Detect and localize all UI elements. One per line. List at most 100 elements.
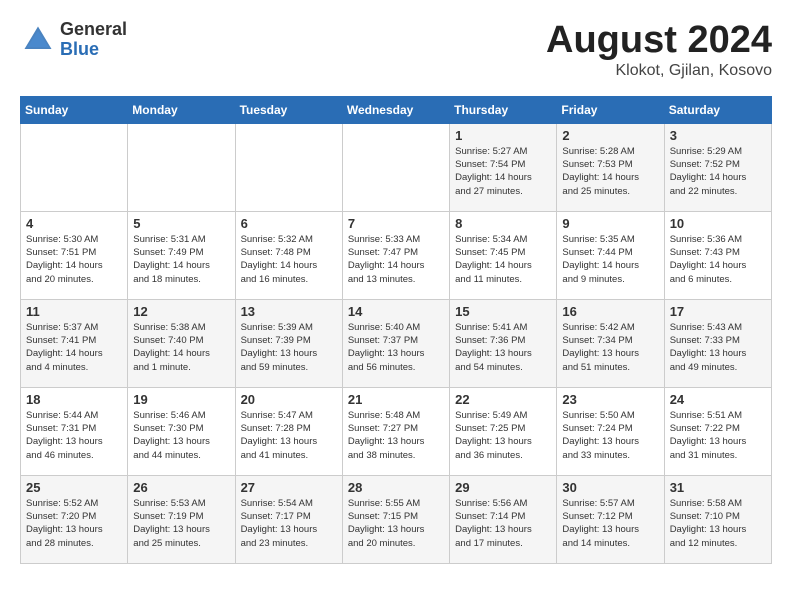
day-info: Sunrise: 5:53 AM Sunset: 7:19 PM Dayligh… <box>133 497 229 550</box>
calendar-table: SundayMondayTuesdayWednesdayThursdayFrid… <box>20 96 772 564</box>
day-number: 13 <box>241 304 337 319</box>
day-number: 19 <box>133 392 229 407</box>
day-info: Sunrise: 5:39 AM Sunset: 7:39 PM Dayligh… <box>241 321 337 374</box>
day-info: Sunrise: 5:56 AM Sunset: 7:14 PM Dayligh… <box>455 497 551 550</box>
day-info: Sunrise: 5:44 AM Sunset: 7:31 PM Dayligh… <box>26 409 122 462</box>
calendar-cell: 6Sunrise: 5:32 AM Sunset: 7:48 PM Daylig… <box>235 211 342 299</box>
column-header-friday: Friday <box>557 96 664 123</box>
day-number: 28 <box>348 480 444 495</box>
day-number: 30 <box>562 480 658 495</box>
logo: General Blue <box>20 20 127 60</box>
day-info: Sunrise: 5:38 AM Sunset: 7:40 PM Dayligh… <box>133 321 229 374</box>
calendar-cell: 5Sunrise: 5:31 AM Sunset: 7:49 PM Daylig… <box>128 211 235 299</box>
day-info: Sunrise: 5:47 AM Sunset: 7:28 PM Dayligh… <box>241 409 337 462</box>
day-info: Sunrise: 5:35 AM Sunset: 7:44 PM Dayligh… <box>562 233 658 286</box>
column-header-tuesday: Tuesday <box>235 96 342 123</box>
calendar-cell: 8 Sunrise: 5:34 AM Sunset: 7:45 PM Daylig… <box>450 211 557 299</box>
day-number: 1 <box>455 128 551 143</box>
calendar-cell: 22Sunrise: 5:49 AM Sunset: 7:25 PM Dayli… <box>450 387 557 475</box>
day-info: Sunrise: 5:51 AM Sunset: 7:22 PM Dayligh… <box>670 409 766 462</box>
day-info: Sunrise: 5:46 AM Sunset: 7:30 PM Dayligh… <box>133 409 229 462</box>
day-number: 24 <box>670 392 766 407</box>
day-info: Sunrise: 5:52 AM Sunset: 7:20 PM Dayligh… <box>26 497 122 550</box>
day-info: Sunrise: 5:50 AM Sunset: 7:24 PM Dayligh… <box>562 409 658 462</box>
column-header-saturday: Saturday <box>664 96 771 123</box>
calendar-cell: 31Sunrise: 5:58 AM Sunset: 7:10 PM Dayli… <box>664 475 771 563</box>
calendar-cell: 13 Sunrise: 5:39 AM Sunset: 7:39 PM Dayli… <box>235 299 342 387</box>
day-number: 16 <box>562 304 658 319</box>
day-info: Sunrise: 5:57 AM Sunset: 7:12 PM Dayligh… <box>562 497 658 550</box>
day-info: Sunrise: 5:41 AM Sunset: 7:36 PM Dayligh… <box>455 321 551 374</box>
calendar-cell: 9 Sunrise: 5:35 AM Sunset: 7:44 PM Daylig… <box>557 211 664 299</box>
day-number: 26 <box>133 480 229 495</box>
page-header: General Blue August 2024 Klokot, Gjilan,… <box>20 20 772 80</box>
calendar-cell: 14 Sunrise: 5:40 AM Sunset: 7:37 PM Dayli… <box>342 299 449 387</box>
day-info: Sunrise: 5:55 AM Sunset: 7:15 PM Dayligh… <box>348 497 444 550</box>
location-title: Klokot, Gjilan, Kosovo <box>546 62 772 80</box>
calendar-cell: 15 Sunrise: 5:41 AM Sunset: 7:36 PM Dayli… <box>450 299 557 387</box>
calendar-cell: 19 Sunrise: 5:46 AM Sunset: 7:30 PM Dayli… <box>128 387 235 475</box>
calendar-cell: 16 Sunrise: 5:42 AM Sunset: 7:34 PM Dayli… <box>557 299 664 387</box>
day-info: Sunrise: 5:40 AM Sunset: 7:37 PM Dayligh… <box>348 321 444 374</box>
day-info: Sunrise: 5:27 AM Sunset: 7:54 PM Dayligh… <box>455 145 551 198</box>
day-number: 27 <box>241 480 337 495</box>
calendar-cell: 3 Sunrise: 5:29 AM Sunset: 7:52 PM Daylig… <box>664 123 771 211</box>
day-number: 22 <box>455 392 551 407</box>
calendar-week-2: 4 Sunrise: 5:30 AM Sunset: 7:51 PM Daylig… <box>21 211 772 299</box>
header-row: SundayMondayTuesdayWednesdayThursdayFrid… <box>21 96 772 123</box>
calendar-cell: 21 Sunrise: 5:48 AM Sunset: 7:27 PM Dayli… <box>342 387 449 475</box>
day-number: 12 <box>133 304 229 319</box>
day-number: 8 <box>455 216 551 231</box>
day-number: 9 <box>562 216 658 231</box>
day-info: Sunrise: 5:34 AM Sunset: 7:45 PM Dayligh… <box>455 233 551 286</box>
day-info: Sunrise: 5:42 AM Sunset: 7:34 PM Dayligh… <box>562 321 658 374</box>
calendar-cell: 23Sunrise: 5:50 AM Sunset: 7:24 PM Dayli… <box>557 387 664 475</box>
day-info: Sunrise: 5:58 AM Sunset: 7:10 PM Dayligh… <box>670 497 766 550</box>
day-number: 7 <box>348 216 444 231</box>
calendar-cell: 24 Sunrise: 5:51 AM Sunset: 7:22 PM Dayli… <box>664 387 771 475</box>
calendar-cell <box>21 123 128 211</box>
calendar-cell: 17 Sunrise: 5:43 AM Sunset: 7:33 PM Dayli… <box>664 299 771 387</box>
calendar-cell: 10 Sunrise: 5:36 AM Sunset: 7:43 PM Dayli… <box>664 211 771 299</box>
day-info: Sunrise: 5:30 AM Sunset: 7:51 PM Dayligh… <box>26 233 122 286</box>
calendar-cell: 28 Sunrise: 5:55 AM Sunset: 7:15 PM Dayli… <box>342 475 449 563</box>
calendar-cell: 26 Sunrise: 5:53 AM Sunset: 7:19 PM Dayli… <box>128 475 235 563</box>
column-header-thursday: Thursday <box>450 96 557 123</box>
day-info: Sunrise: 5:37 AM Sunset: 7:41 PM Dayligh… <box>26 321 122 374</box>
day-number: 17 <box>670 304 766 319</box>
day-number: 18 <box>26 392 122 407</box>
calendar-week-3: 11Sunrise: 5:37 AM Sunset: 7:41 PM Dayli… <box>21 299 772 387</box>
day-info: Sunrise: 5:43 AM Sunset: 7:33 PM Dayligh… <box>670 321 766 374</box>
calendar-cell: 27 Sunrise: 5:54 AM Sunset: 7:17 PM Dayli… <box>235 475 342 563</box>
day-number: 21 <box>348 392 444 407</box>
day-number: 4 <box>26 216 122 231</box>
day-info: Sunrise: 5:48 AM Sunset: 7:27 PM Dayligh… <box>348 409 444 462</box>
calendar-cell: 7Sunrise: 5:33 AM Sunset: 7:47 PM Daylig… <box>342 211 449 299</box>
month-year-title: August 2024 <box>546 20 772 62</box>
day-number: 2 <box>562 128 658 143</box>
day-info: Sunrise: 5:32 AM Sunset: 7:48 PM Dayligh… <box>241 233 337 286</box>
day-number: 25 <box>26 480 122 495</box>
day-number: 14 <box>348 304 444 319</box>
calendar-cell <box>128 123 235 211</box>
calendar-cell: 12 Sunrise: 5:38 AM Sunset: 7:40 PM Dayli… <box>128 299 235 387</box>
day-number: 20 <box>241 392 337 407</box>
logo-general: General <box>60 20 127 40</box>
calendar-cell <box>342 123 449 211</box>
logo-text: General Blue <box>60 20 127 60</box>
day-number: 10 <box>670 216 766 231</box>
logo-icon <box>20 22 56 58</box>
day-number: 3 <box>670 128 766 143</box>
calendar-week-4: 18 Sunrise: 5:44 AM Sunset: 7:31 PM Dayli… <box>21 387 772 475</box>
calendar-cell: 29 Sunrise: 5:56 AM Sunset: 7:14 PM Dayli… <box>450 475 557 563</box>
day-info: Sunrise: 5:29 AM Sunset: 7:52 PM Dayligh… <box>670 145 766 198</box>
day-number: 5 <box>133 216 229 231</box>
day-number: 15 <box>455 304 551 319</box>
title-block: August 2024 Klokot, Gjilan, Kosovo <box>546 20 772 80</box>
day-info: Sunrise: 5:54 AM Sunset: 7:17 PM Dayligh… <box>241 497 337 550</box>
calendar-cell: 2Sunrise: 5:28 AM Sunset: 7:53 PM Daylig… <box>557 123 664 211</box>
day-number: 29 <box>455 480 551 495</box>
calendar-cell: 25 Sunrise: 5:52 AM Sunset: 7:20 PM Dayli… <box>21 475 128 563</box>
calendar-cell: 30 Sunrise: 5:57 AM Sunset: 7:12 PM Dayli… <box>557 475 664 563</box>
day-info: Sunrise: 5:36 AM Sunset: 7:43 PM Dayligh… <box>670 233 766 286</box>
